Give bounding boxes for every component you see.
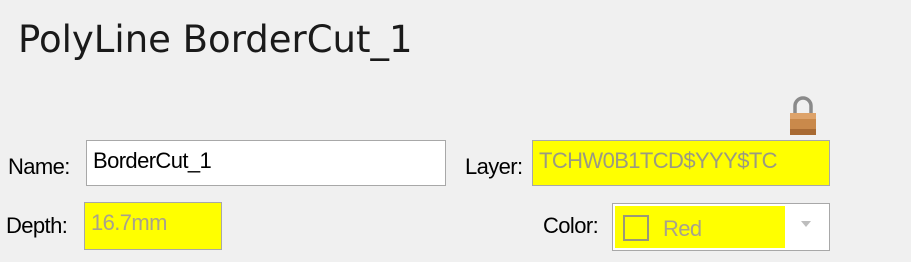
color-value: Red [663, 216, 702, 241]
chevron-down-icon[interactable] [801, 221, 811, 227]
name-input[interactable]: BorderCut_1 [86, 140, 446, 186]
padlock-icon[interactable] [787, 95, 819, 137]
layer-label: Layer: [465, 154, 523, 179]
color-label: Color: [543, 213, 599, 238]
depth-label: Depth: [6, 213, 68, 238]
layer-input[interactable]: TCHW0B1TCD$YYY$TC [532, 140, 830, 186]
properties-panel: PolyLine BorderCut_1 Name: BorderCut_1 L… [0, 0, 911, 262]
name-label: Name: [8, 154, 70, 179]
color-select[interactable]: Red [612, 203, 830, 251]
color-select-highlight: Red [615, 206, 785, 248]
page-title: PolyLine BorderCut_1 [18, 18, 413, 61]
color-swatch-icon [623, 215, 649, 241]
depth-input[interactable]: 16.7mm [84, 202, 222, 250]
